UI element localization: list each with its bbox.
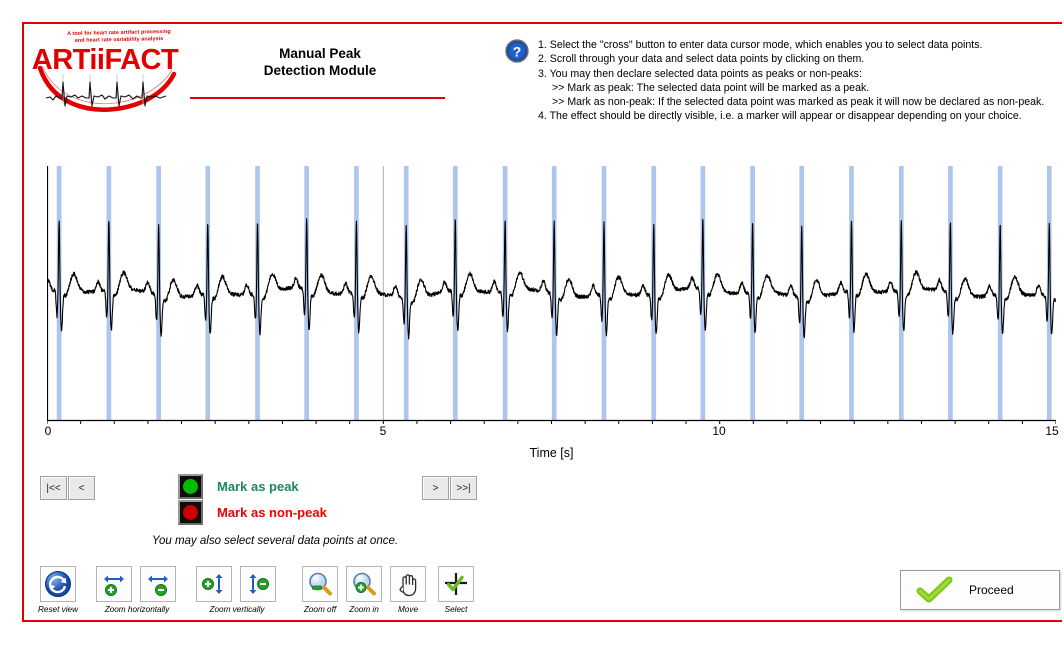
x-tick-label-0: 0 [44,424,52,438]
nav-last-button[interactable]: >>| [450,476,477,500]
hand-icon [399,574,417,597]
mark-as-non-peak-control[interactable]: Mark as non-peak [178,500,327,525]
app-logo: A tool for heart rate artifact processin… [30,26,180,116]
instruction-item-1: 1. Select the "cross" button to enter da… [538,39,983,51]
zoom-in-caption: Zoom in [349,605,379,614]
zoom-horizontally-in-button[interactable] [96,566,132,602]
peak-marker-band-19 [997,166,1003,420]
arrows-vertical-plus-icon [202,574,223,594]
peak-marker-band-20 [1046,166,1052,420]
magnifier-minus-icon [309,572,332,596]
question-mark-circle-icon[interactable]: ? [505,39,529,63]
zoom-horizontally-caption: Zoom horizontally [104,605,170,614]
cross-check-icon [445,573,467,595]
peak-marker-band-15 [799,166,805,420]
ecg-plot-area[interactable] [47,166,1056,424]
select-caption: Select [444,605,468,614]
zoom-off-button[interactable] [302,566,338,602]
green-check-icon [916,576,953,603]
mark-as-non-peak-label: Mark as non-peak [217,505,327,520]
reset-view-button[interactable] [40,566,76,602]
red-dot-icon [183,505,198,520]
nav-prev-button[interactable]: < [68,476,95,500]
arrows-horizontal-minus-icon [148,575,168,596]
page-title-line2: Detection Module [263,63,377,78]
zoom-vertically-caption: Zoom vertically [209,605,265,614]
logo-wordmark: ARTiiFACT [31,44,179,76]
peak-marker-band-12 [651,166,657,420]
move-button[interactable] [390,566,426,602]
zoom-off-caption: Zoom off [303,605,337,614]
green-dot-icon [183,479,198,494]
mark-as-non-peak-button[interactable] [178,500,203,525]
mark-as-peak-control[interactable]: Mark as peak [178,474,299,499]
zoom-vertically-out-button[interactable] [240,566,276,602]
x-tick-label-15: 15 [1045,424,1059,438]
proceed-button[interactable]: Proceed [900,570,1060,610]
title-underline [190,97,445,99]
multi-select-hint: You may also select several data points … [151,535,399,547]
x-tick-label-10: 10 [712,424,726,438]
select-button[interactable] [438,566,474,602]
x-axis-tick-labels: 0 5 10 15 [44,424,1059,440]
instruction-item-4: 4. The effect should be directly visible… [538,110,1022,123]
magnifier-plus-icon [353,572,376,596]
instruction-item-3: 3. You may then declare selected data po… [538,67,862,80]
instructions-list: 1. Select the "cross" button to enter da… [538,38,1060,124]
nav-first-button[interactable]: |<< [40,476,67,500]
proceed-label: Proceed [969,583,1014,597]
x-axis-title: Time [s] [529,446,574,460]
peak-marker-band-7 [403,166,409,420]
zoom-in-button[interactable] [346,566,382,602]
zoom-vertically-in-button[interactable] [196,566,232,602]
mark-as-peak-button[interactable] [178,474,203,499]
instruction-item-2: 2. Scroll through your data and select d… [538,53,865,66]
page-title: Manual Peak Detection Module [205,45,435,79]
instruction-item-3a: >> Mark as peak: The selected data point… [552,81,870,94]
ecg-signal-line [47,218,1056,340]
move-caption: Move [397,605,419,614]
refresh-circle-icon [45,571,71,597]
nav-next-button[interactable]: > [422,476,449,500]
ecg-chart[interactable] [47,166,1056,424]
arrows-vertical-minus-icon [249,574,269,594]
mark-as-peak-label: Mark as peak [217,479,299,494]
svg-text:?: ? [513,43,522,59]
zoom-horizontally-out-button[interactable] [140,566,176,602]
page-title-line1: Manual Peak [279,46,361,61]
instruction-item-3b: >> Mark as non-peak: If the selected dat… [552,96,1045,109]
arrows-horizontal-plus-icon [104,575,124,596]
reset-view-caption: Reset view [37,605,79,614]
x-tick-label-5: 5 [379,424,387,438]
